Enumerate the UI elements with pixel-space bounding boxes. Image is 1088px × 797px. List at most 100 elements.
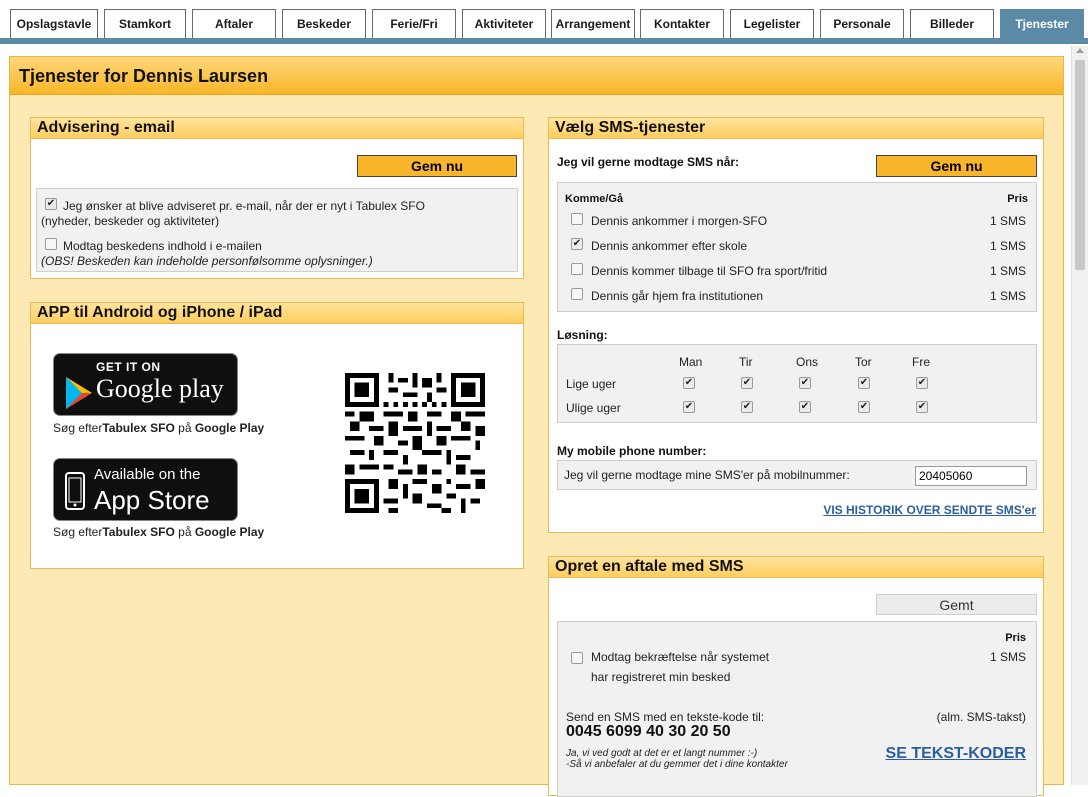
google-play-hint: Søg efterTabulex SFO på Google Play [53, 421, 264, 435]
saved-status-button[interactable]: Gemt [876, 594, 1037, 615]
scrollbar-thumb[interactable] [1075, 60, 1085, 270]
tab-aktiviteter[interactable]: Aktiviteter [462, 9, 546, 38]
tab-tjenester[interactable]: Tjenester [1000, 9, 1084, 38]
confirmation-sublabel: har registreret min besked [591, 670, 731, 684]
text-codes-link[interactable]: SE TEKST-KODER [886, 745, 1026, 763]
tab-kontakter[interactable]: Kontakter [640, 9, 724, 38]
app-store-big-text: App Store [94, 485, 210, 515]
send-sms-label: Send en SMS med en tekste-kode til: [566, 710, 765, 724]
sms-event-label-4: Dennis går hjem fra institutionen [591, 289, 764, 303]
even-tor-checkbox[interactable]: ✔ [858, 377, 870, 389]
google-play-big-text: Google play [96, 374, 224, 403]
day-header-tir: Tir [739, 355, 753, 369]
sms-intro-text: Jeg vil gerne modtage SMS når: [557, 155, 740, 169]
number-joke-line1: Ja, vi ved godt at det er et langt numme… [566, 748, 758, 759]
email-options-box: ✔ Jeg ønsker at blive adviseret pr. e-ma… [36, 188, 518, 272]
sms-event-price-1: 1 SMS [989, 214, 1026, 228]
email-content-label: Modtag beskedens indhold i e-mailen [63, 239, 262, 253]
phone-section-label: My mobile phone number: [557, 444, 707, 458]
even-tir-checkbox[interactable]: ✔ [741, 377, 753, 389]
hint-mid: på [174, 421, 195, 435]
google-play-small-text: GET IT ON [96, 360, 161, 374]
losning-label: Løsning: [557, 328, 608, 342]
email-panel-title: Advisering - email [31, 118, 523, 139]
day-header-ons: Ons [796, 355, 819, 369]
top-navigation: Opslagstavle Stamkort Aftaler Beskeder F… [0, 0, 1088, 46]
agreement-price-header: Pris [1005, 632, 1026, 644]
email-notification-panel: Advisering - email Gem nu ✔ Jeg ønsker a… [30, 117, 524, 279]
sms-history-link[interactable]: VIS HISTORIK OVER SENDTE SMS'er [823, 503, 1036, 517]
email-save-button[interactable]: Gem nu [357, 155, 517, 177]
odd-ons-checkbox[interactable]: ✔ [799, 401, 811, 413]
tab-personale[interactable]: Personale [820, 9, 904, 38]
odd-weeks-label: Ulige uger [566, 401, 621, 415]
sms-event-label-2: Dennis ankommer efter skole [591, 239, 748, 253]
nav-underline [0, 38, 1088, 44]
email-notify-sublabel: (nyheder, beskeder og aktiviteter) [41, 214, 220, 228]
vertical-scrollbar[interactable] [1071, 46, 1088, 785]
tab-stamkort[interactable]: Stamkort [104, 9, 186, 38]
odd-tir-checkbox[interactable]: ✔ [741, 401, 753, 413]
google-play-triangle-icon [66, 377, 92, 409]
qr-code [345, 373, 485, 513]
sms-rate-note: (alm. SMS-takst) [936, 710, 1026, 724]
sms-event-price-3: 1 SMS [989, 264, 1026, 278]
iphone-icon [65, 472, 85, 510]
confirmation-price: 1 SMS [989, 650, 1026, 664]
sms-events-box: Komme/Gå Pris Dennis ankommer i morgen-S… [557, 182, 1037, 312]
phone-box: Jeg vil gerne modtage mine SMS'er på mob… [557, 460, 1037, 490]
sms-event-checkbox-1[interactable] [571, 213, 583, 225]
day-header-tor: Tor [855, 355, 872, 369]
odd-tor-checkbox[interactable]: ✔ [858, 401, 870, 413]
phone-number-input[interactable] [915, 466, 1027, 486]
schedule-box: Man Tir Ons Tor Fre Lige uger ✔ ✔ ✔ ✔ ✔ … [557, 344, 1037, 423]
confirmation-checkbox[interactable] [571, 652, 583, 664]
email-notify-label: Jeg ønsker at blive adviseret pr. e-mail… [63, 199, 425, 213]
app-panel-title: APP til Android og iPhone / iPad [31, 303, 523, 324]
hint-store-name: Google Play [194, 525, 265, 539]
hint-app-name: Tabulex SFO [102, 421, 175, 435]
odd-fre-checkbox[interactable]: ✔ [916, 401, 928, 413]
tab-billeder[interactable]: Billeder [910, 9, 994, 38]
tab-ferie-fri[interactable]: Ferie/Fri [372, 9, 456, 38]
even-man-checkbox[interactable]: ✔ [683, 377, 695, 389]
tab-beskeder[interactable]: Beskeder [282, 9, 366, 38]
sms-event-checkbox-4[interactable] [571, 288, 583, 300]
even-ons-checkbox[interactable]: ✔ [799, 377, 811, 389]
tab-opslagstavle[interactable]: Opslagstavle [10, 9, 98, 38]
sms-event-checkbox-3[interactable] [571, 263, 583, 275]
hint-prefix: Søg efter [53, 525, 103, 539]
sms-panel-title: Vælg SMS-tjenester [549, 118, 1043, 139]
email-notify-checkbox[interactable]: ✔ [45, 198, 57, 210]
agreement-panel-title: Opret en aftale med SMS [549, 557, 1043, 578]
email-content-warning: (OBS! Beskeden kan indeholde personfølso… [41, 254, 373, 268]
scroll-up-arrow-icon[interactable] [1076, 48, 1084, 53]
even-fre-checkbox[interactable]: ✔ [916, 377, 928, 389]
page-title: Tjenester for Dennis Laursen [10, 57, 1063, 95]
hint-store-name: Google Play [194, 421, 265, 435]
even-weeks-label: Lige uger [566, 377, 617, 391]
tab-aftaler[interactable]: Aftaler [192, 9, 276, 38]
google-play-badge[interactable]: GET IT ON Google play [53, 353, 238, 416]
sms-event-price-2: 1 SMS [989, 239, 1026, 253]
odd-man-checkbox[interactable]: ✔ [683, 401, 695, 413]
day-header-fre: Fre [912, 355, 930, 369]
tab-legelister[interactable]: Legelister [730, 9, 814, 38]
tab-arrangement[interactable]: Arrangement [551, 9, 635, 38]
sms-agreement-panel: Opret en aftale med SMS Gemt Pris Modtag… [548, 556, 1044, 797]
app-store-small-text: Available on the [94, 466, 201, 483]
sms-event-label-1: Dennis ankommer i morgen-SFO [591, 214, 768, 228]
confirmation-label: Modtag bekræftelse når systemet [591, 650, 770, 664]
phone-label: Jeg vil gerne modtage mine SMS'er på mob… [564, 468, 850, 482]
price-header: Pris [1007, 193, 1028, 205]
sms-services-panel: Vælg SMS-tjenester Jeg vil gerne modtage… [548, 117, 1044, 533]
day-header-man: Man [679, 355, 703, 369]
services-page: Tjenester for Dennis Laursen Advisering … [9, 56, 1064, 797]
sms-save-button[interactable]: Gem nu [876, 155, 1037, 177]
hint-prefix: Søg efter [53, 421, 103, 435]
sms-event-price-4: 1 SMS [989, 289, 1026, 303]
email-content-checkbox[interactable] [45, 238, 57, 250]
app-store-hint: Søg efterTabulex SFO på Google Play [53, 525, 264, 539]
sms-event-checkbox-2[interactable]: ✔ [571, 238, 583, 250]
app-store-badge[interactable]: Available on the App Store [53, 458, 238, 521]
